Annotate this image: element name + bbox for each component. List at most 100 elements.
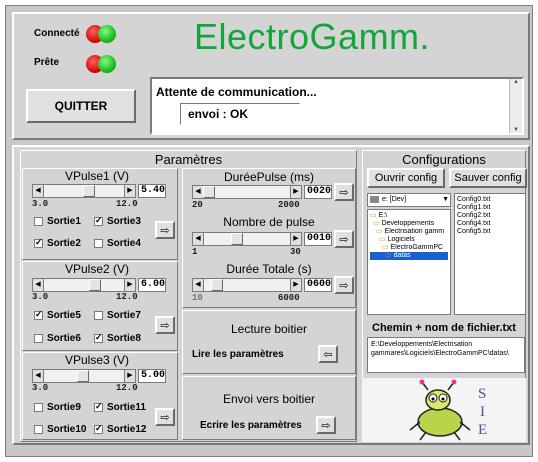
file-item[interactable]: Config2.txt [457, 212, 523, 220]
quit-button[interactable]: QUITTER [26, 89, 136, 123]
vpulse2-slider-thumb[interactable] [89, 279, 101, 291]
folder-item[interactable]: ▭ Developpements [370, 220, 448, 228]
folder-item[interactable]: ▭ Electrisation gamm [370, 228, 448, 236]
folder-item[interactable]: ▭ ElectroGammPC [370, 244, 448, 252]
read-parameters-label: Lire les paramètres [192, 349, 284, 360]
send-device-label: Envoi vers boitier [222, 392, 316, 406]
total-duration-slider[interactable]: ◀ ▶ [192, 278, 302, 292]
checkbox-box[interactable] [34, 403, 43, 412]
vpulse1-send-button[interactable]: ⇨ [155, 221, 175, 239]
open-config-button[interactable]: Ouvrir config [367, 168, 445, 188]
scroll-up-icon[interactable]: ▲ [510, 79, 522, 85]
sortie3-checkbox[interactable]: Sortie3 [94, 215, 141, 227]
file-item[interactable]: Config5.txt [457, 228, 523, 236]
path-label: Chemin + nom de fichier.txt [372, 322, 516, 334]
slider-left-arrow-icon[interactable]: ◀ [33, 370, 44, 382]
pulse-count-send-button[interactable]: ⇨ [334, 230, 354, 248]
vpulse1-slider[interactable]: ◀ ▶ [32, 184, 136, 198]
sortie5-checkbox[interactable]: Sortie5 [34, 309, 81, 321]
folder-item[interactable]: ▭ E:\ [370, 212, 448, 220]
scroll-down-icon[interactable]: ▼ [510, 127, 522, 133]
slider-left-arrow-icon[interactable]: ◀ [193, 233, 204, 245]
slider-left-arrow-icon[interactable]: ◀ [193, 279, 204, 291]
sortie8-checkbox[interactable]: Sortie8 [94, 332, 141, 344]
write-parameters-button[interactable]: ⇨ [316, 416, 336, 434]
duration-send-button[interactable]: ⇨ [334, 183, 354, 201]
slider-right-arrow-icon[interactable]: ▶ [290, 279, 301, 291]
sortie11-checkbox[interactable]: Sortie11 [94, 401, 146, 413]
slider-right-arrow-icon[interactable]: ▶ [124, 370, 135, 382]
vpulse2-label: VPulse2 (V) [64, 262, 130, 276]
folder-icon: ▭ [376, 228, 385, 235]
vpulse3-value[interactable]: 5.00 [138, 369, 166, 383]
pulse-count-slider-thumb[interactable] [231, 233, 243, 245]
total-duration-value[interactable]: 0600 [304, 278, 332, 292]
checkbox-box[interactable] [94, 401, 103, 412]
duration-slider-thumb[interactable] [203, 186, 215, 198]
folder-name: datas [393, 252, 411, 259]
slider-left-arrow-icon[interactable]: ◀ [33, 279, 44, 291]
checkbox-box[interactable] [94, 423, 103, 434]
sortie7-checkbox[interactable]: Sortie7 [94, 310, 141, 321]
drive-select[interactable]: e: [Dev] ▼ [367, 193, 451, 207]
slider-right-arrow-icon[interactable]: ▶ [290, 186, 301, 198]
connected-label: Connecté [34, 28, 80, 39]
total-duration-slider-thumb[interactable] [211, 279, 223, 291]
vpulse2-send-button[interactable]: ⇨ [155, 316, 175, 334]
checkbox-box[interactable] [34, 425, 43, 434]
checkbox-box[interactable] [94, 215, 103, 226]
save-config-button[interactable]: Sauver config [449, 168, 527, 188]
sortie10-checkbox[interactable]: Sortie10 [34, 424, 86, 435]
chevron-down-icon[interactable]: ▼ [442, 194, 449, 206]
arrow-right-icon: ⇨ [339, 233, 349, 246]
checkbox-box[interactable] [34, 309, 43, 320]
slider-right-arrow-icon[interactable]: ▶ [124, 279, 135, 291]
checkbox-box[interactable] [94, 332, 103, 343]
vpulse3-slider[interactable]: ◀ ▶ [32, 369, 136, 383]
sortie9-checkbox[interactable]: Sortie9 [34, 402, 81, 413]
sortie12-checkbox[interactable]: Sortie12 [94, 423, 146, 435]
status-panel: Connecté Prête ElectroGamm. QUITTER Atte… [12, 12, 530, 140]
folder-name: Electrisation gamm [384, 228, 445, 235]
checkbox-box[interactable] [94, 239, 103, 248]
total-duration-send-button[interactable]: ⇨ [334, 276, 354, 294]
vpulse3-send-button[interactable]: ⇨ [155, 408, 175, 426]
file-item[interactable]: Config1.txt [457, 204, 523, 212]
pulse-count-slider[interactable]: ◀ ▶ [192, 232, 302, 246]
file-list[interactable]: Config0.txt Config1.txt Config2.txt Config4… [454, 193, 526, 315]
duration-value[interactable]: 0020 [304, 185, 332, 199]
read-parameters-button[interactable]: ⇦ [318, 345, 338, 363]
sortie1-checkbox[interactable]: Sortie1 [34, 216, 81, 227]
duration-slider[interactable]: ◀ ▶ [192, 185, 302, 199]
vpulse3-label: VPulse3 (V) [64, 353, 130, 367]
message-scrollbar[interactable]: ▲ ▼ [509, 79, 522, 133]
total-duration-max: 6000 [278, 293, 300, 303]
slider-right-arrow-icon[interactable]: ▶ [124, 185, 135, 197]
file-item[interactable]: Config4.txt [457, 220, 523, 228]
read-device-label: Lecture boitier [230, 322, 308, 336]
checkbox-box[interactable] [34, 217, 43, 226]
sortie4-checkbox[interactable]: Sortie4 [94, 238, 141, 249]
vpulse1-slider-thumb[interactable] [83, 185, 95, 197]
folder-item[interactable]: ▭ datas [370, 252, 448, 260]
read-device-group [182, 310, 356, 374]
folder-list[interactable]: ▭ E:\ ▭ Developpements ▭ Electrisation gam… [367, 209, 451, 315]
sortie6-checkbox[interactable]: Sortie6 [34, 333, 81, 344]
vpulse2-value[interactable]: 6.00 [138, 278, 166, 292]
slider-left-arrow-icon[interactable]: ◀ [33, 185, 44, 197]
sortie2-checkbox[interactable]: Sortie2 [34, 237, 81, 249]
folder-name: ElectroGammPC [390, 244, 444, 251]
vpulse1-value[interactable]: 5.40 [138, 184, 166, 198]
vpulse3-slider-thumb[interactable] [77, 370, 89, 382]
checkbox-box[interactable] [94, 311, 103, 320]
checkbox-box[interactable] [34, 237, 43, 248]
duration-max: 2000 [278, 200, 300, 210]
folder-icon: ▭ [379, 236, 388, 243]
checkbox-box[interactable] [34, 334, 43, 343]
file-item[interactable]: Config0.txt [457, 196, 523, 204]
folder-item[interactable]: ▭ Logiciels [370, 236, 448, 244]
vpulse2-slider[interactable]: ◀ ▶ [32, 278, 136, 292]
pulse-count-value[interactable]: 0010 [304, 232, 332, 246]
slider-right-arrow-icon[interactable]: ▶ [290, 233, 301, 245]
path-field[interactable]: E:\Developpements\Electrisation gammares… [367, 337, 525, 373]
